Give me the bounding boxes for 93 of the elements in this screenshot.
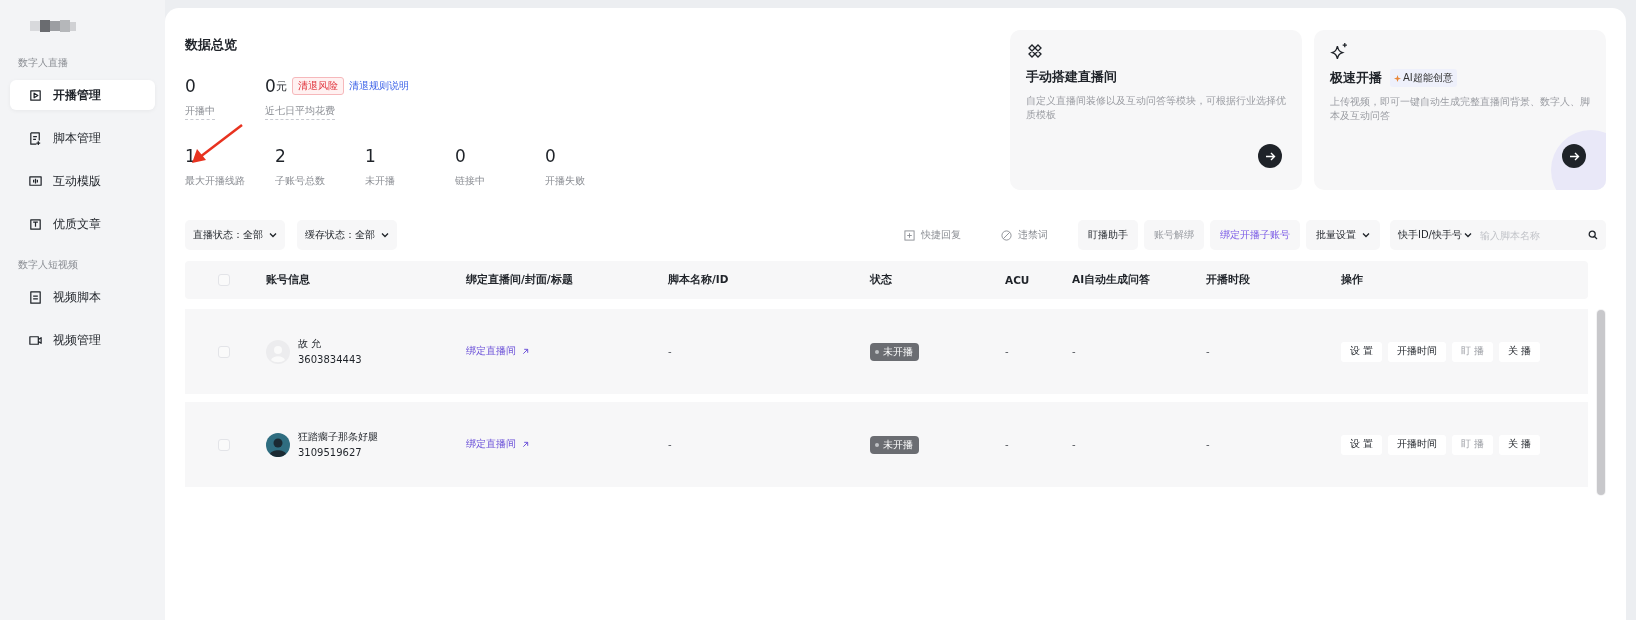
caret-icon (1464, 232, 1472, 238)
bind-room-link[interactable]: 绑定直播间 (466, 438, 529, 451)
table-cell: - (1206, 346, 1210, 357)
stat-label: 链接中 (455, 174, 485, 188)
account-id: 3603834443 (298, 354, 362, 365)
toolbar-button[interactable]: 盯播助手 (1077, 220, 1138, 250)
stat-label: 未开播 (365, 174, 395, 188)
ruler-pencil-icon (1026, 42, 1044, 60)
filter-dropdown[interactable]: 直播状态：全部 (185, 220, 285, 250)
ban-icon (1000, 229, 1012, 241)
stat-value: 0 (185, 76, 196, 96)
section-title: 数据总览 (185, 36, 238, 54)
risk-tag: 清退风险 (291, 77, 344, 95)
stat-label: 近七日平均花费 (265, 104, 335, 120)
column-header: 开播时段 (1206, 273, 1251, 287)
text-icon (28, 216, 43, 232)
column-header: 状态 (870, 273, 893, 287)
column-header: 绑定直播间/封面/标题 (466, 273, 574, 287)
column-header: 操作 (1341, 273, 1364, 287)
nav-item[interactable]: 脚本管理 (10, 123, 155, 153)
arrow-right-icon (1264, 151, 1276, 161)
row-action-button[interactable]: 设 置 (1341, 341, 1383, 362)
nav-item[interactable]: 视频脚本 (10, 282, 155, 312)
arrow-right-icon (1568, 151, 1580, 161)
account-name: 故 允 (298, 338, 323, 351)
stat-unit: 元 (275, 80, 287, 94)
logo-icon (30, 18, 76, 34)
status-badge: 未开播 (870, 435, 919, 454)
nav-item[interactable]: 开播管理 (10, 80, 155, 110)
search-icon[interactable] (1588, 230, 1598, 240)
toolbar-button[interactable]: 违禁词 (990, 220, 1058, 250)
column-header: AI自动生成问答 (1072, 273, 1152, 287)
document-icon (28, 289, 43, 305)
filter-dropdown[interactable]: 缓存状态：全部 (297, 220, 397, 250)
toolbar-button[interactable]: 快捷回复 (893, 220, 971, 250)
status-badge: 未开播 (870, 342, 919, 361)
caret-icon (1361, 232, 1370, 238)
nav-item[interactable]: 优质文章 (10, 209, 155, 239)
table-cell: - (1206, 439, 1210, 450)
stat-value: 0 (455, 146, 467, 166)
stat-label: 子账号总数 (275, 174, 325, 188)
plus-square-icon (903, 229, 915, 241)
status-dot-icon (875, 349, 879, 354)
stat-value: 1 (365, 146, 377, 166)
column-header: ACU (1005, 274, 1031, 286)
section-title: 数字人直播 (18, 56, 69, 70)
stat-value: 1 (185, 146, 197, 166)
row-action-button[interactable]: 设 置 (1341, 434, 1383, 455)
nav-item[interactable]: 互动模版 (10, 166, 155, 196)
table-cell: - (1005, 439, 1009, 450)
row-action-button[interactable]: 关 播 (1499, 434, 1541, 455)
account-name: 狂踏瘸子那条好腿 (298, 431, 378, 444)
script-icon (28, 130, 43, 146)
column-header: 脚本名称/ID (668, 273, 730, 287)
ai-badge: AI超能创意 (1390, 69, 1457, 87)
batch-settings-dropdown[interactable]: 批量设置 (1305, 220, 1380, 250)
id-type-dropdown[interactable]: 快手ID/快手号 (1397, 228, 1472, 242)
toolbar-button[interactable]: 绑定开播子账号 (1209, 220, 1300, 250)
external-arrow-icon (522, 441, 529, 448)
status-dot-icon (875, 442, 879, 447)
card-title: 手动搭建直播间 (1026, 68, 1117, 86)
table-cell: - (668, 439, 672, 450)
bind-room-link[interactable]: 绑定直播间 (466, 345, 529, 358)
stat-label: 最大开播线路 (185, 174, 245, 188)
stat-value: 2 (275, 146, 287, 166)
row-action-button[interactable]: 开播时间 (1388, 434, 1447, 455)
table-cell: - (1072, 439, 1076, 450)
stat-label: 开播失败 (545, 174, 585, 188)
card-title: 极速开播 (1330, 69, 1382, 87)
sparkle-icon (1394, 74, 1401, 82)
sparkle-icon (1330, 42, 1349, 61)
caret-icon (381, 232, 389, 238)
column-header: 账号信息 (266, 273, 311, 287)
stat-value: 0 (265, 76, 276, 96)
card-description: 自定义直播间装修以及互动问答等模块，可根据行业选择优质模板 (1026, 94, 1286, 123)
external-arrow-icon (522, 348, 529, 355)
waveform-icon (28, 173, 43, 189)
feature-card[interactable]: 手动搭建直播间 自定义直播间装修以及互动问答等模块，可根据行业选择优质模板 (1010, 30, 1302, 190)
stat-value: 0 (545, 146, 557, 166)
table-cell: - (1005, 346, 1009, 357)
nav-item[interactable]: 视频管理 (10, 325, 155, 355)
stat-label: 开播中 (185, 104, 215, 120)
play-icon (28, 87, 43, 103)
scrollbar-thumb[interactable] (1597, 310, 1605, 495)
table-cell: - (668, 346, 672, 357)
table-cell: - (1072, 346, 1076, 357)
rules-link[interactable]: 清退规则说明 (348, 79, 409, 93)
row-action-button[interactable]: 开播时间 (1388, 341, 1447, 362)
section-title: 数字人短视频 (18, 258, 79, 272)
account-id: 3109519627 (298, 447, 363, 458)
row-action-button[interactable]: 关 播 (1499, 341, 1541, 362)
arrow-button[interactable] (1258, 144, 1282, 168)
caret-icon (269, 232, 277, 238)
